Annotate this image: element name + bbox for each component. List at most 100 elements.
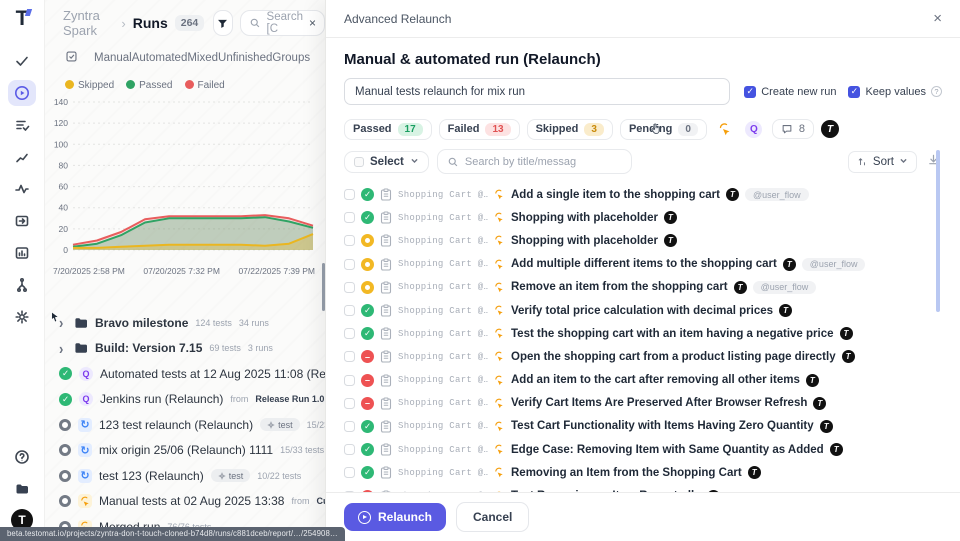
projects-folder-icon[interactable] [8,476,36,502]
checkbox-checked-icon[interactable]: ✓ [848,86,860,98]
tests-list-scrollbar[interactable] [936,150,940,312]
test-row[interactable]: Shopping Cart @… Add multiple different … [344,253,942,276]
test-row[interactable]: Shopping Cart @… Add a single item to th… [344,183,942,206]
tree-row[interactable]: Q Automated tests at 12 Aug 2025 11:08 (… [45,361,325,387]
row-checkbox[interactable] [344,421,355,432]
clear-search-icon[interactable]: × [309,16,316,30]
row-checkbox[interactable] [344,328,355,339]
test-row[interactable]: Shopping Cart @… Removing an Item from t… [344,461,942,484]
breadcrumb-project[interactable]: Zyntra Spark [63,8,114,38]
branch-icon[interactable] [8,272,36,298]
header-search-input[interactable]: Search [C × [240,10,325,36]
sort-button[interactable]: Sort [848,151,917,173]
legend-item[interactable]: Skipped [65,80,114,91]
tree-row[interactable]: ↻ test 123 (Relaunch) test 10/22 tests [45,463,325,489]
test-row[interactable]: Shopping Cart @… Test Removing an Item R… [344,484,942,492]
automated-filter-icon[interactable]: Q [743,118,765,140]
legend-item[interactable]: Passed [126,80,172,91]
breadcrumb-page[interactable]: Runs [133,15,168,31]
left-panel-scrollbar[interactable] [322,263,325,311]
tree-row[interactable]: ↻ mix origin 25/06 (Relaunch) 1111 15/33… [45,438,325,464]
test-row[interactable]: Shopping Cart @… Shopping with placehold… [344,229,942,252]
tree-row[interactable]: ↻ 123 test relaunch (Relaunch) test 15/2… [45,412,325,438]
close-icon[interactable]: × [933,11,942,26]
status-filter-chip[interactable]: Failed 13 [439,119,520,140]
row-checkbox[interactable] [344,398,355,409]
author-avatar[interactable]: T [821,120,839,138]
settings-gear-icon[interactable] [8,304,36,330]
assignee-avatar: T [779,304,792,317]
row-checkbox[interactable] [344,444,355,455]
tab[interactable]: Automated [132,52,188,64]
row-checkbox[interactable] [344,235,355,246]
check-icon[interactable] [8,48,36,74]
test-row[interactable]: Shopping Cart @… Open the shopping cart … [344,345,942,368]
status-filter-chip[interactable]: Pending 0 [620,119,707,140]
option-checkbox[interactable]: ✓ Keep values ? [848,86,942,98]
row-checkbox[interactable] [344,305,355,316]
test-row[interactable]: Shopping Cart @… Verify total price calc… [344,299,942,322]
status-filter-chip[interactable]: Passed 17 [344,119,432,140]
hand-cursor-icon [649,122,663,141]
test-row[interactable]: Shopping Cart @… Verify Cart Items Are P… [344,392,942,415]
run-name-input[interactable]: Manual tests relaunch for mix run [344,78,730,105]
manual-filter-icon[interactable] [714,118,736,140]
runs-play-icon[interactable] [8,80,36,106]
select-all-icon[interactable] [65,50,78,66]
test-row[interactable]: Shopping Cart @… Add an item to the cart… [344,369,942,392]
tree-row[interactable]: › Build: Version 7.15 69 tests 3 runs [45,336,325,362]
option-checkbox[interactable]: ✓ Create new run [744,86,836,98]
search-icon [249,17,261,29]
assignee-avatar: T [813,397,826,410]
test-row[interactable]: Shopping Cart @… Remove an item from the… [344,276,942,299]
tree-row[interactable]: › Bravo milestone 124 tests 34 runs [45,310,325,336]
report-image-icon[interactable] [8,240,36,266]
run-title: Manual tests at 02 Aug 2025 13:38 [99,494,284,508]
steps-icon[interactable] [8,144,36,170]
cancel-button[interactable]: Cancel [456,502,529,532]
env-badge: test [211,469,251,482]
tree-row[interactable]: Q Jenkins run (Relaunch) from Release Ru… [45,387,325,413]
row-checkbox[interactable] [344,375,355,386]
tab[interactable]: Unfinished [218,52,272,64]
assignee-avatar: T [820,420,833,433]
legend-item[interactable]: Failed [185,80,225,91]
row-checkbox[interactable] [344,259,355,270]
row-checkbox[interactable] [344,189,355,200]
checkbox-checked-icon[interactable]: ✓ [744,86,756,98]
tab[interactable]: Manual [94,52,132,64]
relaunch-button[interactable]: Relaunch [344,503,446,531]
status-filter-chip[interactable]: Skipped 3 [527,119,613,140]
test-row[interactable]: Shopping Cart @… Test Cart Functionality… [344,415,942,438]
chevron-right-icon[interactable]: › [59,339,67,357]
filter-button[interactable] [213,10,232,36]
svg-text:0: 0 [63,245,68,255]
test-row[interactable]: Shopping Cart @… Edge Case: Removing Ite… [344,438,942,461]
row-checkbox[interactable] [344,467,355,478]
row-checkbox[interactable] [344,282,355,293]
select-checkbox[interactable] [354,157,364,167]
row-checkbox[interactable] [344,351,355,362]
tab[interactable]: Groups [272,52,310,64]
test-title: Removing an Item from the Shopping Cart [511,467,742,479]
suite-path: Shopping Cart @… [398,468,488,478]
tree-row[interactable]: Manual tests at 02 Aug 2025 13:38 from C… [45,489,325,515]
tasks-list-icon[interactable] [8,112,36,138]
tests-search-input[interactable]: Search by title/messag [437,149,632,174]
run-title: Build: Version 7.15 [95,341,202,355]
manual-test-icon [494,189,505,200]
export-box-icon[interactable] [8,208,36,234]
select-dropdown[interactable]: Select [344,151,429,173]
comments-chip[interactable]: 8 [772,119,814,139]
clipboard-icon [380,374,392,387]
manual-run-icon [78,494,92,508]
row-checkbox[interactable] [344,212,355,223]
analytics-pulse-icon[interactable] [8,176,36,202]
test-row[interactable]: Shopping Cart @… Test the shopping cart … [344,322,942,345]
help-icon[interactable] [8,444,36,470]
app-logo[interactable]: T [16,8,29,29]
test-row[interactable]: Shopping Cart @… Shopping with placehold… [344,206,942,229]
tab[interactable]: Mixed [187,52,218,64]
chevron-right-icon[interactable]: › [59,314,67,332]
test-title: Open the shopping cart from a product li… [511,351,836,363]
